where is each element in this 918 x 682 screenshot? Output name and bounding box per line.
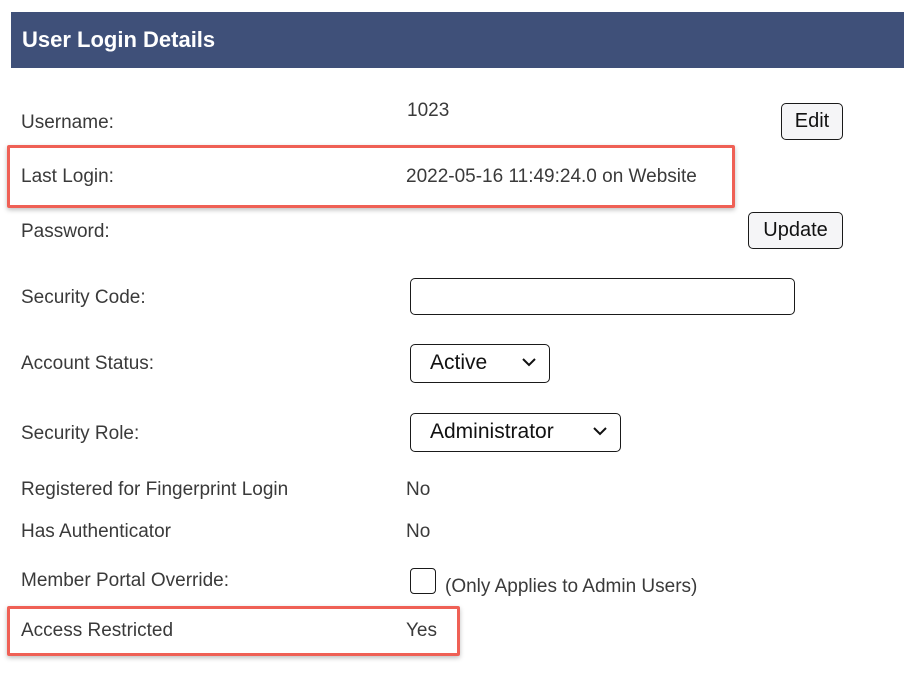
password-label: Password: xyxy=(21,221,110,242)
account-status-label: Account Status: xyxy=(21,353,155,374)
security-code-input[interactable] xyxy=(410,278,795,315)
panel-title: User Login Details xyxy=(11,12,904,68)
fingerprint-value: No xyxy=(406,479,431,500)
edit-username-button[interactable]: Edit xyxy=(781,103,843,140)
last-login-value: 2022-05-16 11:49:24.0 on Website xyxy=(406,166,697,187)
security-role-label: Security Role: xyxy=(21,423,140,444)
member-portal-override-label: Member Portal Override: xyxy=(21,570,230,591)
authenticator-value: No xyxy=(406,521,431,542)
member-portal-override-note: (Only Applies to Admin Users) xyxy=(445,576,698,597)
username-value: 1023 xyxy=(407,100,450,121)
access-restricted-label: Access Restricted xyxy=(21,620,174,641)
account-status-select[interactable]: Active xyxy=(410,344,550,383)
security-code-label: Security Code: xyxy=(21,287,146,308)
update-password-button[interactable]: Update xyxy=(748,212,843,249)
account-status-selected: Active xyxy=(430,351,488,374)
security-role-select[interactable]: Administrator xyxy=(410,413,621,452)
username-label: Username: xyxy=(21,112,114,133)
chevron-down-icon xyxy=(593,427,607,436)
last-login-label: Last Login: xyxy=(21,166,114,187)
chevron-down-icon xyxy=(522,358,536,367)
authenticator-label: Has Authenticator xyxy=(21,521,171,542)
fingerprint-label: Registered for Fingerprint Login xyxy=(21,479,289,500)
access-restricted-value: Yes xyxy=(406,620,437,641)
security-role-selected: Administrator xyxy=(430,420,554,443)
member-portal-override-checkbox[interactable] xyxy=(410,568,436,594)
